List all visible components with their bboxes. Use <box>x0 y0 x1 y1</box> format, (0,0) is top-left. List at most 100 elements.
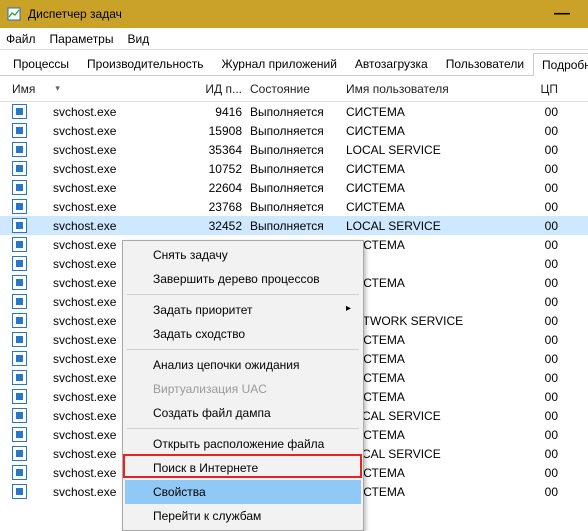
process-state: Выполняется <box>250 200 346 214</box>
process-icon <box>12 389 27 404</box>
process-icon <box>12 446 27 461</box>
menu-file[interactable]: Файл <box>6 32 36 46</box>
process-icon <box>12 218 27 233</box>
table-row[interactable]: svchost.exe22604ВыполняетсяСИСТЕМА00 <box>0 178 588 197</box>
column-headers: Имя ▾ ИД п... Состояние Имя пользователя… <box>0 76 588 102</box>
process-cpu: 00 <box>530 390 562 404</box>
window-title: Диспетчер задач <box>28 7 542 21</box>
process-cpu: 00 <box>530 485 562 499</box>
process-icon <box>12 408 27 423</box>
process-state: Выполняется <box>250 219 346 233</box>
process-user: СИСТЕМА <box>346 238 530 252</box>
process-cpu: 00 <box>530 257 562 271</box>
tab-5[interactable]: Подробности <box>533 53 588 76</box>
process-name: svchost.exe <box>53 238 116 252</box>
tab-0[interactable]: Процессы <box>4 52 78 75</box>
process-user: LOCAL SERVICE <box>346 409 530 423</box>
table-row[interactable]: svchost.exe35364ВыполняетсяLOCAL SERVICE… <box>0 140 588 159</box>
process-state: Выполняется <box>250 124 346 138</box>
column-pid[interactable]: ИД п... <box>194 82 250 96</box>
process-name: svchost.exe <box>53 390 116 404</box>
context-menu-item[interactable]: Задать сходство <box>125 322 361 346</box>
process-icon <box>12 199 27 214</box>
process-icon <box>12 427 27 442</box>
process-icon <box>12 237 27 252</box>
process-name: svchost.exe <box>53 352 116 366</box>
process-cpu: 00 <box>530 105 562 119</box>
column-name-label: Имя <box>12 82 35 96</box>
menu-view[interactable]: Вид <box>127 32 149 46</box>
context-menu-item[interactable]: Снять задачу <box>125 243 361 267</box>
title-bar: Диспетчер задач — <box>0 0 588 28</box>
table-row[interactable]: svchost.exe15908ВыполняетсяСИСТЕМА00 <box>0 121 588 140</box>
process-icon <box>12 123 27 138</box>
tab-4[interactable]: Пользователи <box>437 52 533 75</box>
process-cpu: 00 <box>530 143 562 157</box>
table-row[interactable]: svchost.exe23768ВыполняетсяСИСТЕМА00 <box>0 197 588 216</box>
process-cpu: 00 <box>530 238 562 252</box>
process-user: LOCAL SERVICE <box>346 143 530 157</box>
table-row[interactable]: svchost.exe9416ВыполняетсяСИСТЕМА00 <box>0 102 588 121</box>
process-name: svchost.exe <box>53 105 116 119</box>
process-icon <box>12 256 27 271</box>
minimize-button[interactable]: — <box>542 5 582 23</box>
tab-1[interactable]: Производительность <box>78 52 212 75</box>
process-pid: 10752 <box>194 162 250 176</box>
process-pid: 23768 <box>194 200 250 214</box>
process-pid: 15908 <box>194 124 250 138</box>
column-state[interactable]: Состояние <box>250 82 346 96</box>
tab-3[interactable]: Автозагрузка <box>346 52 437 75</box>
process-name: svchost.exe <box>53 295 116 309</box>
process-state: Выполняется <box>250 162 346 176</box>
process-cpu: 00 <box>530 295 562 309</box>
context-menu-item[interactable]: Свойства <box>125 480 361 504</box>
context-menu-item[interactable]: Поиск в Интернете <box>125 456 361 480</box>
process-pid: 32452 <box>194 219 250 233</box>
process-user: СИСТЕМА <box>346 162 530 176</box>
process-cpu: 00 <box>530 162 562 176</box>
process-user: СИСТЕМА <box>346 371 530 385</box>
context-menu-item[interactable]: Задать приоритет <box>125 298 361 322</box>
tab-strip: ПроцессыПроизводительностьЖурнал приложе… <box>0 50 588 76</box>
context-menu-item[interactable]: Создать файл дампа <box>125 401 361 425</box>
process-icon <box>12 484 27 499</box>
column-name[interactable]: Имя ▾ <box>4 82 194 96</box>
menu-separator <box>127 349 359 350</box>
process-cpu: 00 <box>530 447 562 461</box>
process-cpu: 00 <box>530 333 562 347</box>
process-name: svchost.exe <box>53 124 116 138</box>
process-icon <box>12 142 27 157</box>
process-icon <box>12 351 27 366</box>
process-name: svchost.exe <box>53 333 116 347</box>
context-menu-item[interactable]: Перейти к службам <box>125 504 361 528</box>
process-cpu: 00 <box>530 314 562 328</box>
process-state: Выполняется <box>250 143 346 157</box>
column-cpu[interactable]: ЦП <box>530 82 562 96</box>
process-cpu: 00 <box>530 371 562 385</box>
process-name: svchost.exe <box>53 257 116 271</box>
process-user: СИСТЕМА <box>346 333 530 347</box>
process-name: svchost.exe <box>53 466 116 480</box>
process-user: NETWORK SERVICE <box>346 314 530 328</box>
process-cpu: 00 <box>530 428 562 442</box>
table-row[interactable]: svchost.exe32452ВыполняетсяLOCAL SERVICE… <box>0 216 588 235</box>
menu-options[interactable]: Параметры <box>50 32 114 46</box>
table-row[interactable]: svchost.exe10752ВыполняетсяСИСТЕМА00 <box>0 159 588 178</box>
process-name: svchost.exe <box>53 485 116 499</box>
process-user: СИСТЕМА <box>346 390 530 404</box>
context-menu-item[interactable]: Анализ цепочки ожидания <box>125 353 361 377</box>
process-cpu: 00 <box>530 409 562 423</box>
process-name: svchost.exe <box>53 143 116 157</box>
tab-2[interactable]: Журнал приложений <box>213 52 346 75</box>
menu-separator <box>127 294 359 295</box>
process-cpu: 00 <box>530 124 562 138</box>
context-menu-item[interactable]: Завершить дерево процессов <box>125 267 361 291</box>
process-icon <box>12 161 27 176</box>
process-user: СИСТЕМА <box>346 466 530 480</box>
column-user[interactable]: Имя пользователя <box>346 82 530 96</box>
process-pid: 22604 <box>194 181 250 195</box>
process-user: СИСТЕМА <box>346 105 530 119</box>
process-user: СИСТЕМА <box>346 181 530 195</box>
process-icon <box>12 370 27 385</box>
context-menu-item[interactable]: Открыть расположение файла <box>125 432 361 456</box>
